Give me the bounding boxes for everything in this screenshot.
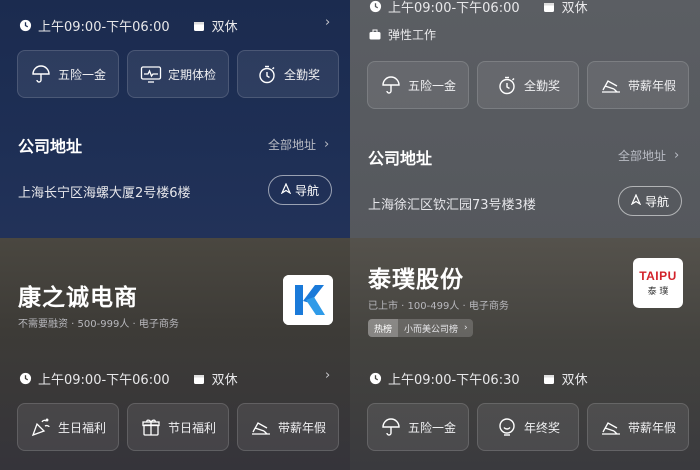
chevron-right-icon[interactable]: › xyxy=(325,368,330,383)
address-section-title: 公司地址 xyxy=(18,137,83,156)
ranking-tag-text: 小而美公司榜 xyxy=(404,324,459,335)
benefits-list: 五险一金 全勤奖 带薪年假 xyxy=(367,61,689,109)
umbrella-icon xyxy=(380,74,402,96)
chevron-right-icon: › xyxy=(674,148,680,163)
beach-chair-icon xyxy=(600,416,622,438)
flex-work-text: 弹性工作 xyxy=(388,28,437,42)
stopwatch-icon xyxy=(256,63,278,85)
benefits-list: 五险一金 年终奖 带薪年假 xyxy=(367,403,689,451)
all-addresses-link[interactable]: 全部地址 › xyxy=(268,136,329,153)
briefcase-icon xyxy=(368,28,382,42)
benefit-item[interactable]: 全勤奖 xyxy=(237,50,339,98)
rest-days-text: 双休 xyxy=(561,373,588,388)
smile-icon xyxy=(496,416,518,438)
navigation-button[interactable]: 导航 xyxy=(268,175,332,205)
work-hours-row: 上午09:00-下午06:30 双休 xyxy=(368,369,588,388)
calendar-icon xyxy=(542,0,556,14)
all-addresses-link[interactable]: 全部地址 › xyxy=(618,147,679,164)
navigation-arrow-icon xyxy=(280,182,292,197)
benefit-item[interactable]: 定期体检 xyxy=(127,50,229,98)
navigation-button[interactable]: 导航 xyxy=(618,186,682,216)
work-hours-text: 上午09:00-下午06:00 xyxy=(388,1,520,16)
benefit-item[interactable]: 全勤奖 xyxy=(477,61,579,109)
address-section-title: 公司地址 xyxy=(368,149,433,168)
benefit-item[interactable]: 生日福利 xyxy=(17,403,119,451)
gift-icon xyxy=(140,416,162,438)
beach-chair-icon xyxy=(250,416,272,438)
company-meta: 不需要融资 · 500-999人 · 电子商务 xyxy=(18,319,179,330)
company-name[interactable]: 康之诚电商 xyxy=(18,278,138,312)
clock-icon xyxy=(18,19,32,33)
rest-days-text: 双休 xyxy=(211,20,238,35)
umbrella-icon xyxy=(380,416,402,438)
chevron-right-icon: › xyxy=(324,137,330,152)
company-card-top-right: 上午09:00-下午06:00 双休 弹性工作 五险一金 全勤奖 带薪年假 公司… xyxy=(350,0,700,238)
clock-icon xyxy=(368,372,382,386)
work-hours-text: 上午09:00-下午06:30 xyxy=(388,373,520,388)
benefit-item[interactable]: 五险一金 xyxy=(17,50,119,98)
ranking-tag[interactable]: 热榜 小而美公司榜 › xyxy=(368,319,473,337)
beach-chair-icon xyxy=(600,74,622,96)
work-hours-text: 上午09:00-下午06:00 xyxy=(38,373,170,388)
company-logo xyxy=(283,275,333,325)
company-meta: 已上市 · 100-499人 · 电子商务 xyxy=(368,301,509,312)
navigation-arrow-icon xyxy=(630,193,642,208)
stopwatch-icon xyxy=(496,74,518,96)
company-card-top-left: 上午09:00-下午06:00 双休 › 五险一金 定期体检 全勤奖 公司地址 xyxy=(0,0,350,238)
company-address: 上海徐汇区钦汇园73号楼3楼 xyxy=(368,198,536,213)
company-logo: TAIPU 泰 璞 xyxy=(633,258,683,308)
benefits-list: 生日福利 节日福利 带薪年假 xyxy=(17,403,339,451)
company-card-bottom-right: 泰璞股份 已上市 · 100-499人 · 电子商务 热榜 小而美公司榜 › T… xyxy=(350,238,700,470)
benefit-item[interactable]: 带薪年假 xyxy=(237,403,339,451)
hot-badge: 热榜 xyxy=(368,319,399,337)
party-icon xyxy=(30,416,52,438)
rest-days-text: 双休 xyxy=(211,373,238,388)
benefit-item[interactable]: 节日福利 xyxy=(127,403,229,451)
clock-icon xyxy=(18,372,32,386)
work-hours-row: 上午09:00-下午06:00 双休 xyxy=(18,16,238,35)
company-card-bottom-left: 康之诚电商 不需要融资 · 500-999人 · 电子商务 上午09:00-下午… xyxy=(0,238,350,470)
company-name[interactable]: 泰璞股份 xyxy=(368,260,464,294)
company-address: 上海长宁区海螺大厦2号楼6楼 xyxy=(18,186,191,201)
benefit-item[interactable]: 带薪年假 xyxy=(587,61,689,109)
calendar-icon xyxy=(542,372,556,386)
chevron-right-icon: › xyxy=(464,323,468,333)
benefit-item[interactable]: 年终奖 xyxy=(477,403,579,451)
calendar-icon xyxy=(192,19,206,33)
flex-work-row: 弹性工作 xyxy=(368,26,436,43)
work-hours-row: 上午09:00-下午06:00 双休 xyxy=(18,369,238,388)
rest-days-text: 双休 xyxy=(561,1,588,16)
benefit-item[interactable]: 五险一金 xyxy=(367,403,469,451)
clock-icon xyxy=(368,0,382,14)
work-hours-text: 上午09:00-下午06:00 xyxy=(38,20,170,35)
benefits-list: 五险一金 定期体检 全勤奖 xyxy=(17,50,339,98)
benefit-item[interactable]: 五险一金 xyxy=(367,61,469,109)
umbrella-icon xyxy=(30,63,52,85)
chevron-right-icon[interactable]: › xyxy=(325,15,330,30)
benefit-item[interactable]: 带薪年假 xyxy=(587,403,689,451)
calendar-icon xyxy=(192,372,206,386)
monitor-icon xyxy=(140,63,162,85)
work-hours-row: 上午09:00-下午06:00 双休 xyxy=(368,0,588,16)
